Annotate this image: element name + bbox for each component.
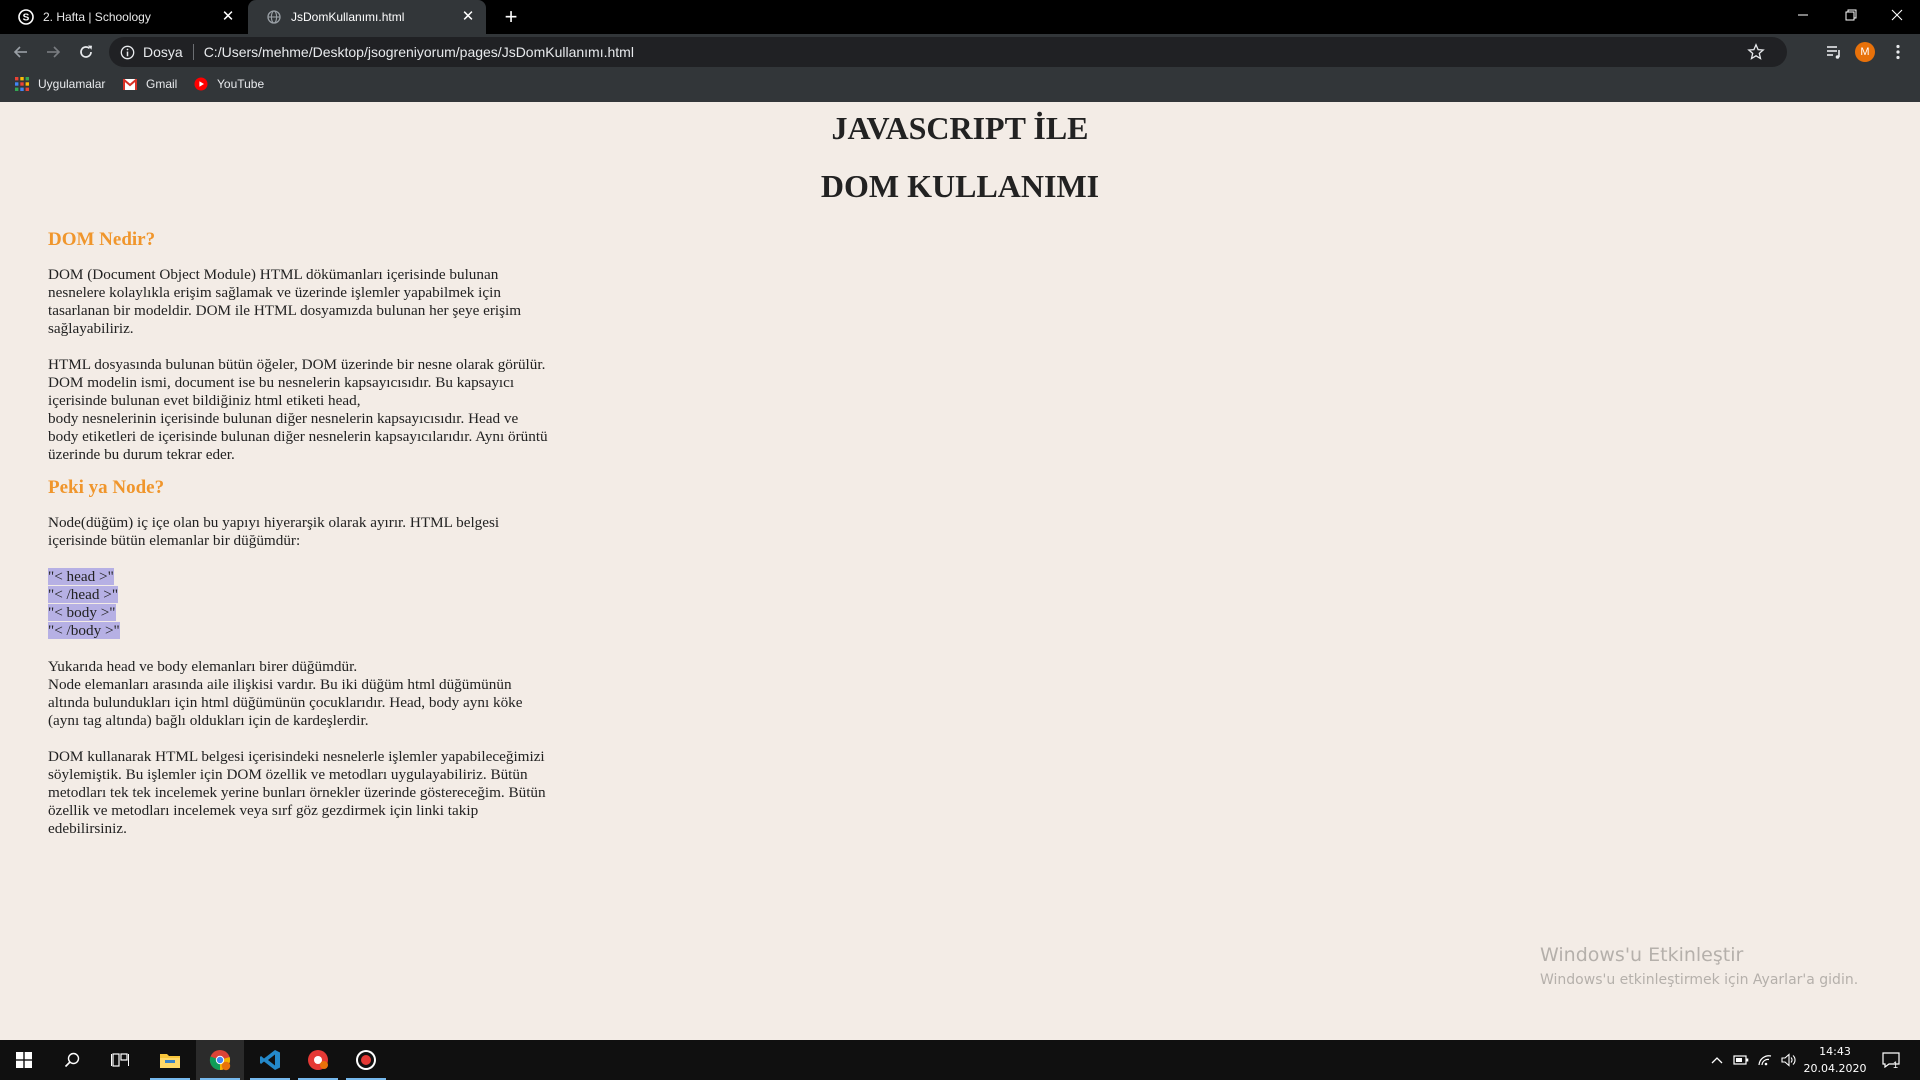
code-block: "< head >" "< /head >" "< body >" "< /bo… [48,568,548,640]
system-clock[interactable]: 14:43 20.04.2020 [1796,1043,1874,1077]
activation-watermark: Windows'u Etkinleştir Windows'u etkinleş… [1540,944,1858,988]
forward-button[interactable] [41,40,65,64]
bookmark-youtube[interactable]: YouTube [193,70,264,98]
section-heading-node: Peki ya Node? [48,477,165,498]
paragraph: HTML dosyasında bulunan bütün öğeler, DO… [48,356,546,409]
globe-icon [266,9,282,25]
tab-strip: S 2. Hafta | Schoology ✕ JsDomKullanımı.… [0,0,1920,34]
restore-button[interactable] [1828,0,1874,30]
bookmark-label: Gmail [146,77,178,91]
profile-avatar[interactable]: M [1853,40,1877,64]
close-icon[interactable]: ✕ [220,9,236,25]
chrome-taskbar-icon[interactable] [196,1040,244,1080]
tab-title: JsDomKullanımı.html [291,10,405,24]
task-view-icon[interactable] [96,1040,144,1080]
minimize-button[interactable] [1780,0,1826,30]
recorder-app-icon[interactable] [294,1040,342,1080]
bookmark-label: YouTube [217,77,265,91]
tab-jsdom[interactable]: JsDomKullanımı.html ✕ [248,0,486,34]
notification-badge: 1 [1893,1060,1899,1070]
clock-date: 20.04.2020 [1803,1062,1867,1075]
page-viewport: JAVASCRIPT İLE DOM KULLANIMI DOM Nedir? … [0,102,1920,1040]
svg-text:S: S [23,13,30,24]
back-button[interactable] [9,40,33,64]
paragraph: Node(düğüm) iç içe olan bu yapıyı hiyera… [48,514,500,549]
watermark-title: Windows'u Etkinleştir [1540,944,1744,966]
url-text[interactable]: C:/Users/mehme/Desktop/jsogreniyorum/pag… [204,44,634,60]
file-explorer-icon[interactable] [146,1040,194,1080]
paragraph: Node elemanları arasında aile ilişkisi v… [48,676,523,729]
article-content: DOM Nedir? DOM (Document Object Module) … [48,228,548,838]
browser-toolbar: Dosya C:/Users/mehme/Desktop/jsogreniyor… [0,34,1920,70]
paragraph: DOM (Document Object Module) HTML döküma… [48,266,522,337]
close-window-button[interactable] [1874,0,1920,30]
new-tab-button[interactable]: + [499,5,523,29]
vscode-icon[interactable] [246,1040,294,1080]
page-title-line2: DOM KULLANIMI [820,168,1100,204]
code-line: "< /body >" [48,622,120,639]
bookmark-gmail[interactable]: Gmail [122,70,177,98]
chevron-up-icon[interactable] [1707,1040,1727,1080]
code-line: "< /head >" [48,586,119,603]
omnibox-divider [192,44,194,60]
schoology-icon: S [18,9,34,25]
tab-schoology[interactable]: S 2. Hafta | Schoology ✕ [0,0,246,34]
notification-center-icon[interactable]: 1 [1876,1040,1906,1080]
bookmarks-bar: Uygulamalar Gmail YouTube [0,70,1920,102]
obs-record-icon[interactable] [342,1040,390,1080]
paragraph: DOM kullanarak HTML belgesi içerisindeki… [48,748,546,837]
code-line: "< body >" [48,604,116,621]
bookmark-label: Uygulamalar [38,77,106,91]
start-button[interactable] [0,1040,48,1080]
address-bar[interactable]: Dosya C:/Users/mehme/Desktop/jsogreniyor… [109,37,1787,67]
search-icon[interactable] [48,1040,96,1080]
paragraph: Yukarıda head ve body elemanları birer d… [48,658,358,675]
bookmark-apps[interactable]: Uygulamalar [14,70,105,98]
youtube-icon [193,76,209,92]
menu-icon[interactable] [1886,40,1910,64]
page-title-line1: JAVASCRIPT İLE [831,110,1089,146]
windows-taskbar: 14:43 20.04.2020 1 [0,1040,1920,1080]
media-queue-icon[interactable] [1822,40,1846,64]
scheme-label: Dosya [143,44,183,60]
battery-icon[interactable] [1730,1040,1752,1080]
code-line: "< head >" [48,568,114,585]
apps-grid-icon [14,76,30,92]
reload-button[interactable] [74,40,98,64]
bookmark-star-icon[interactable] [1747,43,1765,61]
wifi-icon[interactable] [1754,1040,1776,1080]
tab-title: 2. Hafta | Schoology [43,10,151,24]
info-icon[interactable] [119,44,135,60]
clock-time: 14:43 [1819,1045,1851,1058]
section-heading-dom: DOM Nedir? [48,229,156,250]
paragraph: body nesnelerinin içerisinde bulunan diğ… [48,410,548,463]
watermark-subtitle: Windows'u etkinleştirmek için Ayarlar'a … [1540,972,1859,988]
close-icon[interactable]: ✕ [460,9,476,25]
gmail-icon [122,76,138,92]
